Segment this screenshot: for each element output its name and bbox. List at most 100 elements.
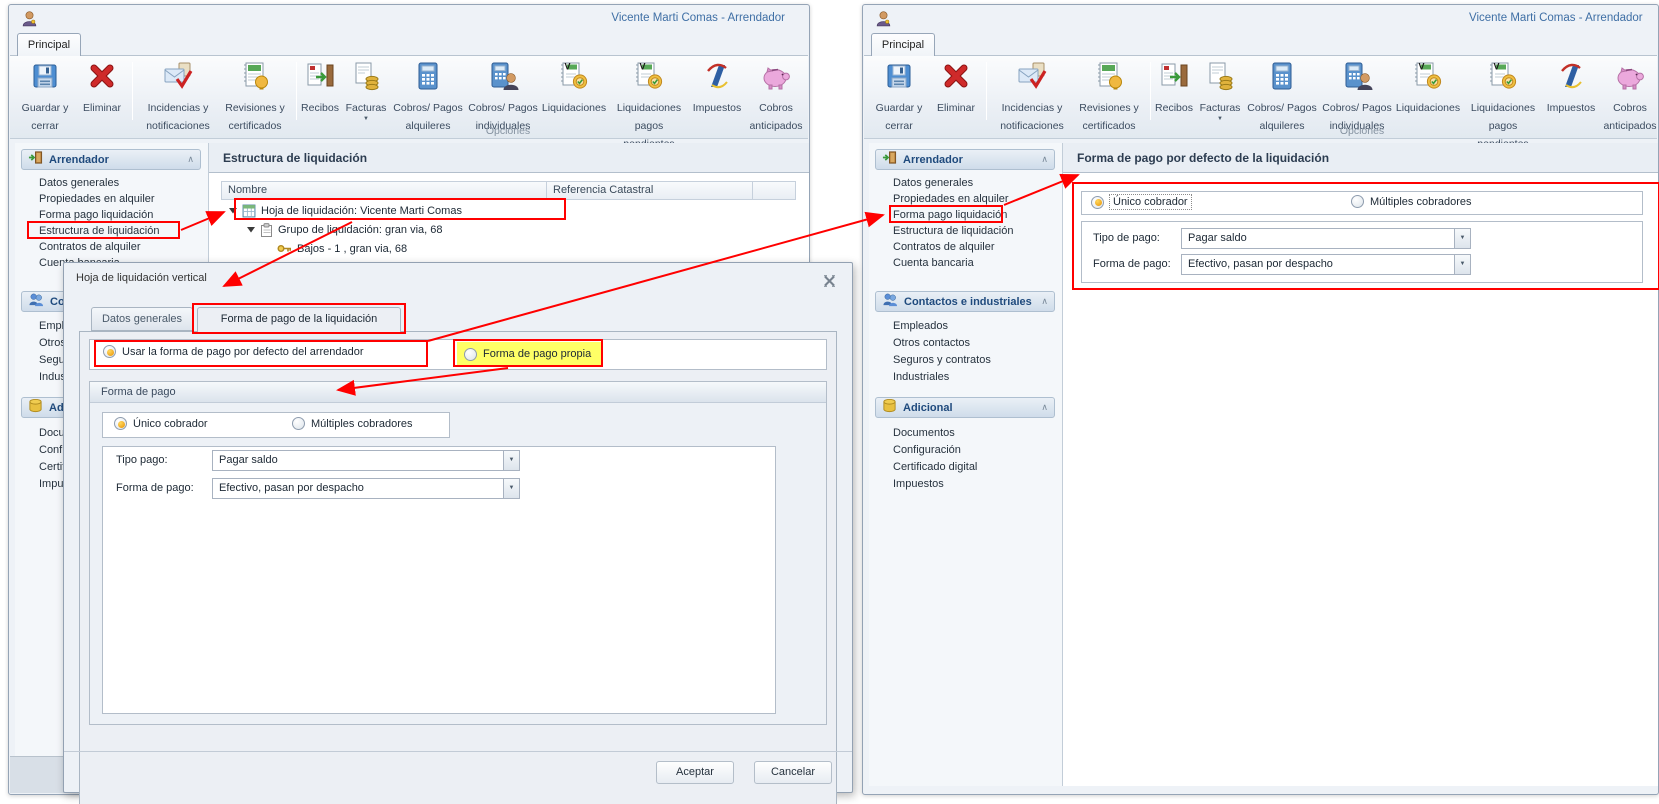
ribbon-divider [1150, 62, 1151, 120]
forma-pago-combo[interactable]: Efectivo, pasan por despacho ▼ [212, 478, 520, 499]
radio-unselected-icon[interactable] [1351, 195, 1364, 208]
invoices-icon [342, 60, 390, 97]
tipo-pago-combo[interactable]: Pagar saldo ▼ [1181, 228, 1471, 249]
sidebar-item-impuestos[interactable]: Impuestos [893, 477, 944, 492]
radio-selected-icon[interactable] [1091, 195, 1104, 209]
tipo-pago-combo[interactable]: Pagar saldo ▼ [212, 450, 520, 471]
incidents-notifications-button[interactable]: Incidencias y notificaciones [136, 60, 220, 134]
sidebar-item-estructura[interactable]: Estructura de liquidación [893, 224, 1013, 239]
sidebar-group-arrendador[interactable]: Arrendador ∧ [21, 149, 201, 170]
invoices-button[interactable]: Facturas ▼ [1196, 60, 1244, 123]
radio-unico-cobrador[interactable]: Único cobrador [114, 417, 208, 430]
sidebar-item-empleados[interactable]: Empleados [893, 319, 948, 334]
sidebar-item-contratos[interactable]: Contratos de alquiler [39, 240, 141, 255]
sidebar-group-adicional[interactable]: Adicional ∧ [875, 397, 1055, 418]
receipts-button[interactable]: Recibos [298, 60, 342, 116]
sidebar-item-estructura[interactable]: Estructura de liquidación [39, 224, 159, 239]
sidebar-item-otros-contactos[interactable]: Otros contactos [893, 336, 970, 351]
cancelar-button[interactable]: Cancelar [754, 761, 832, 784]
incidents-icon [990, 60, 1074, 97]
sidebar-item-contratos[interactable]: Contratos de alquiler [893, 240, 995, 255]
sidebar-item-forma-pago[interactable]: Forma pago liquidación [893, 208, 1007, 223]
close-icon[interactable] [819, 274, 839, 291]
tree-row-grupo[interactable]: Grupo de liquidación: gran via, 68 [247, 220, 443, 239]
radio-forma-pago-propia[interactable]: Forma de pago propia [457, 342, 602, 366]
radio-usar-forma-defecto[interactable]: Usar la forma de pago por defecto del ar… [103, 345, 364, 358]
radio-selected-icon[interactable] [103, 345, 116, 358]
column-header-empty[interactable] [752, 181, 796, 200]
dialog-tab-datos-generales[interactable]: Datos generales [91, 307, 193, 331]
chevron-up-icon: ∧ [1041, 154, 1048, 164]
column-header-nombre[interactable]: Nombre [221, 181, 547, 200]
svg-text:V: V [1494, 62, 1500, 72]
piggy-bank-icon [1600, 60, 1658, 97]
radio-selected-icon[interactable] [114, 417, 127, 430]
aceptar-button[interactable]: Aceptar [656, 761, 734, 784]
sidebar-item-industriales[interactable]: Industriales [893, 370, 949, 385]
radio-multiples-cobradores[interactable]: Múltiples cobradores [292, 417, 413, 430]
chevron-up-icon: ∧ [1041, 402, 1048, 412]
incidents-notifications-button[interactable]: Incidencias y notificaciones [990, 60, 1074, 134]
expand-icon[interactable] [247, 226, 255, 233]
save-close-button[interactable]: Guardar y cerrar [870, 60, 928, 134]
svg-text:V: V [565, 62, 571, 72]
sidebar-item-forma-pago[interactable]: Forma pago liquidación [39, 208, 153, 223]
radio-unselected-icon[interactable] [292, 417, 305, 430]
individual-payments-button[interactable]: Cobros/ Pagos individuales [466, 60, 540, 134]
receipts-button[interactable]: Recibos [1152, 60, 1196, 116]
radio-unico-cobrador[interactable]: Único cobrador [1091, 194, 1192, 210]
radio-label: Usar la forma de pago por defecto del ar… [122, 345, 364, 358]
dialog-tab-forma-pago[interactable]: Forma de pago de la liquidación [197, 307, 401, 333]
advance-collections-button[interactable]: Cobros anticipados [746, 60, 806, 134]
advance-collections-button[interactable]: Cobros anticipados [1600, 60, 1658, 134]
sidebar: Arrendador ∧ Datos generales Propiedades… [869, 143, 1063, 786]
people-icon [882, 292, 898, 312]
radio-label: Único cobrador [133, 417, 208, 430]
sidebar-item-configuracion[interactable]: Configuración [893, 443, 961, 458]
radio-multiples-cobradores[interactable]: Múltiples cobradores [1351, 195, 1472, 208]
settlements-button[interactable]: V Liquidaciones [1394, 60, 1462, 116]
ribbon: Guardar y cerrar Eliminar Incidencias y … [864, 55, 1658, 150]
radio-label: Único cobrador [1109, 194, 1192, 210]
expand-icon[interactable] [229, 207, 237, 214]
settlements-button[interactable]: V Liquidaciones [540, 60, 608, 116]
combo-arrow-icon[interactable]: ▼ [1454, 255, 1470, 274]
sidebar-item-datos-generales[interactable]: Datos generales [893, 176, 973, 191]
column-header-referencia[interactable]: Referencia Catastral [546, 181, 753, 200]
individual-payments-button[interactable]: Cobros/ Pagos individuales [1320, 60, 1394, 134]
combo-arrow-icon[interactable]: ▼ [1454, 229, 1470, 248]
tree-row-hoja[interactable]: Hoja de liquidación: Vicente Marti Comas [229, 201, 462, 220]
invoices-button[interactable]: Facturas ▼ [342, 60, 390, 123]
sidebar-group-contactos[interactable]: Contactos e industriales ∧ [875, 291, 1055, 312]
sidebar-item-datos-generales[interactable]: Datos generales [39, 176, 119, 191]
dropdown-arrow-icon: ▼ [1217, 116, 1223, 122]
revisions-certificates-button[interactable]: Revisiones y certificados [216, 60, 294, 134]
pending-settlements-button[interactable]: V Liquidaciones pagos pendientes [1462, 60, 1544, 152]
tab-principal[interactable]: Principal [871, 33, 935, 56]
rent-payments-button[interactable]: Cobros/ Pagos alquileres [390, 60, 466, 134]
rent-payments-button[interactable]: Cobros/ Pagos alquileres [1244, 60, 1320, 134]
radio-unselected-icon[interactable] [464, 347, 477, 361]
combo-arrow-icon[interactable]: ▼ [503, 451, 519, 470]
taxes-button[interactable]: Impuestos [690, 60, 744, 116]
radio-label: Múltiples cobradores [311, 417, 413, 430]
combo-arrow-icon[interactable]: ▼ [503, 479, 519, 498]
sidebar-item-cuenta-bancaria[interactable]: Cuenta bancaria [893, 256, 974, 271]
forma-pago-combo[interactable]: Efectivo, pasan por despacho ▼ [1181, 254, 1471, 275]
revisions-certificates-button[interactable]: Revisiones y certificados [1070, 60, 1148, 134]
chevron-up-icon: ∧ [1041, 296, 1048, 306]
sidebar-item-propiedades[interactable]: Propiedades en alquiler [893, 192, 1009, 207]
receipts-icon [298, 60, 342, 97]
sidebar-item-certificado[interactable]: Certificado digital [893, 460, 977, 475]
pending-settlements-button[interactable]: V Liquidaciones pagos pendientes [608, 60, 690, 152]
tab-principal[interactable]: Principal [17, 33, 81, 56]
sidebar-item-propiedades[interactable]: Propiedades en alquiler [39, 192, 155, 207]
sidebar-group-arrendador[interactable]: Arrendador ∧ [875, 149, 1055, 170]
delete-button[interactable]: Eliminar [74, 60, 130, 116]
delete-button[interactable]: Eliminar [928, 60, 984, 116]
tree-row-bajos[interactable]: Bajos - 1 , gran via, 68 [277, 239, 407, 258]
taxes-button[interactable]: Impuestos [1544, 60, 1598, 116]
sidebar-item-documentos[interactable]: Documentos [893, 426, 955, 441]
save-close-button[interactable]: Guardar y cerrar [16, 60, 74, 134]
sidebar-item-seguros[interactable]: Seguros y contratos [893, 353, 991, 368]
